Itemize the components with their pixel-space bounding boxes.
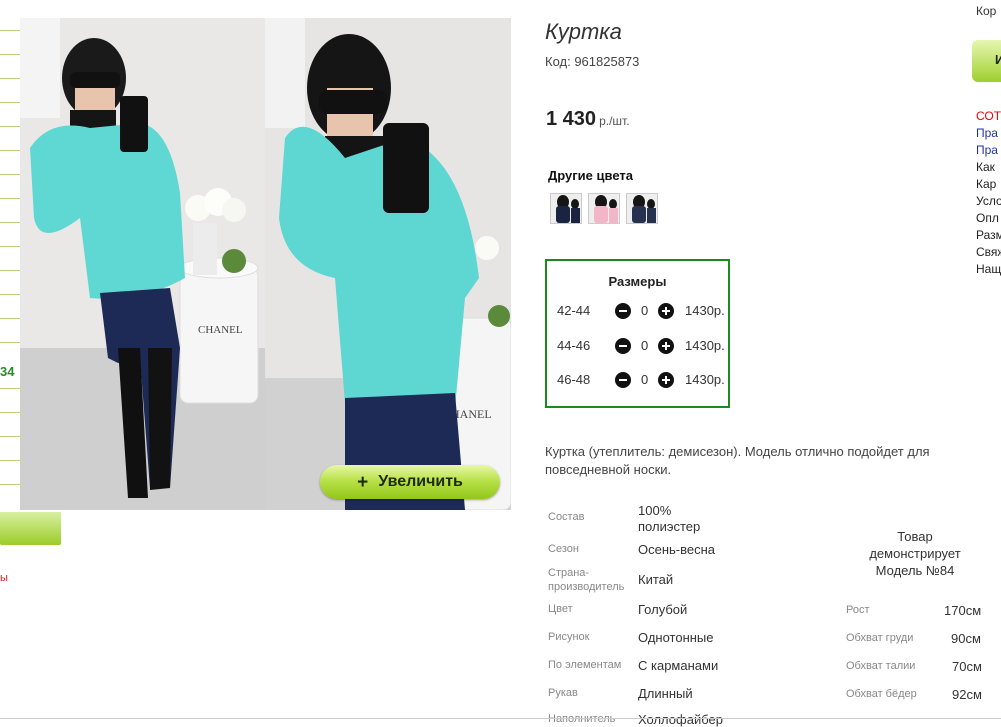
size-label: 42-44 [557,303,591,318]
spec-key: Наполнитель [548,713,616,725]
size-label: 44-46 [557,338,591,353]
size-price: 1430р. [685,303,725,318]
spec-value: Длинный [638,686,693,701]
bottom-divider [0,718,1001,719]
spec-key: Сезон [548,543,579,555]
product-title: Куртка [545,19,622,44]
price-value: 1 430 [546,108,597,130]
size-row: 42-44 0 1430р. [557,301,727,321]
model-param-value: 70см [952,659,982,674]
size-price: 1430р. [685,372,725,387]
product-description: Куртка (утеплитель: демисезон). Модель о… [545,444,930,477]
model-param-value: 170см [944,603,982,618]
product-quickview: CHANEL CHANEL + Увеличить Куртка Код: 96… [0,0,1001,727]
spec-key: Цвет [548,603,573,615]
spec-value: Однотонные [638,630,714,645]
color-swatch[interactable] [588,193,620,224]
size-price: 1430р. [685,338,725,353]
product-code: Код: 961825873 [545,54,640,69]
model-param-key: Обхват груди [846,632,914,644]
spec-value: Китай [638,572,674,587]
color-swatch[interactable] [550,193,582,224]
sizes-box: Размеры 42-44 0 1430р. 44-46 0 1430р. 46… [545,259,730,408]
spec-key: Рукав [548,687,578,699]
spec-value: Осень-весна [638,542,716,557]
svg-text:CHANEL: CHANEL [198,324,243,336]
minus-icon[interactable] [615,338,631,354]
size-qty: 0 [641,303,649,318]
price-unit: р./шт. [599,114,630,128]
size-row: 46-48 0 1430р. [557,370,727,390]
minus-icon[interactable] [615,303,631,319]
sizes-title: Размеры [608,274,667,289]
spec-key: Рисунок [548,631,590,643]
model-param-value: 92см [952,687,982,702]
plus-icon[interactable] [658,372,674,388]
spec-value: 100% полиэстер [638,503,701,534]
model-param-key: Рост [846,604,870,616]
size-label: 46-48 [557,372,591,387]
spec-value: Голубой [638,602,688,617]
product-photo-1[interactable]: CHANEL [20,18,265,510]
zoom-button[interactable]: + Увеличить [320,465,500,499]
model-param-value: 90см [951,631,981,646]
spec-key: Состав [548,511,585,523]
zoom-button-label: Увеличить [378,473,463,490]
color-swatch[interactable] [626,193,658,224]
plus-icon[interactable] [658,338,674,354]
model-param-key: Обхват талии [846,660,916,672]
model-note: Товар демонстрирует Модель №84 [869,529,961,578]
spec-key: Страна-производитель [548,567,625,593]
product-price: 1 430 р./шт. [546,108,630,131]
size-qty: 0 [641,372,649,387]
spec-key: По элементам [548,659,622,671]
plus-icon: + [357,471,369,493]
product-photo-2[interactable]: CHANEL [265,18,511,510]
color-swatches [550,193,658,224]
size-row: 44-46 0 1430р. [557,336,727,356]
plus-icon[interactable] [658,303,674,319]
size-qty: 0 [641,338,649,353]
minus-icon[interactable] [615,372,631,388]
model-param-key: Обхват бёдер [846,688,917,700]
other-colors-label: Другие цвета [548,168,633,183]
spec-value: С карманами [638,658,719,673]
